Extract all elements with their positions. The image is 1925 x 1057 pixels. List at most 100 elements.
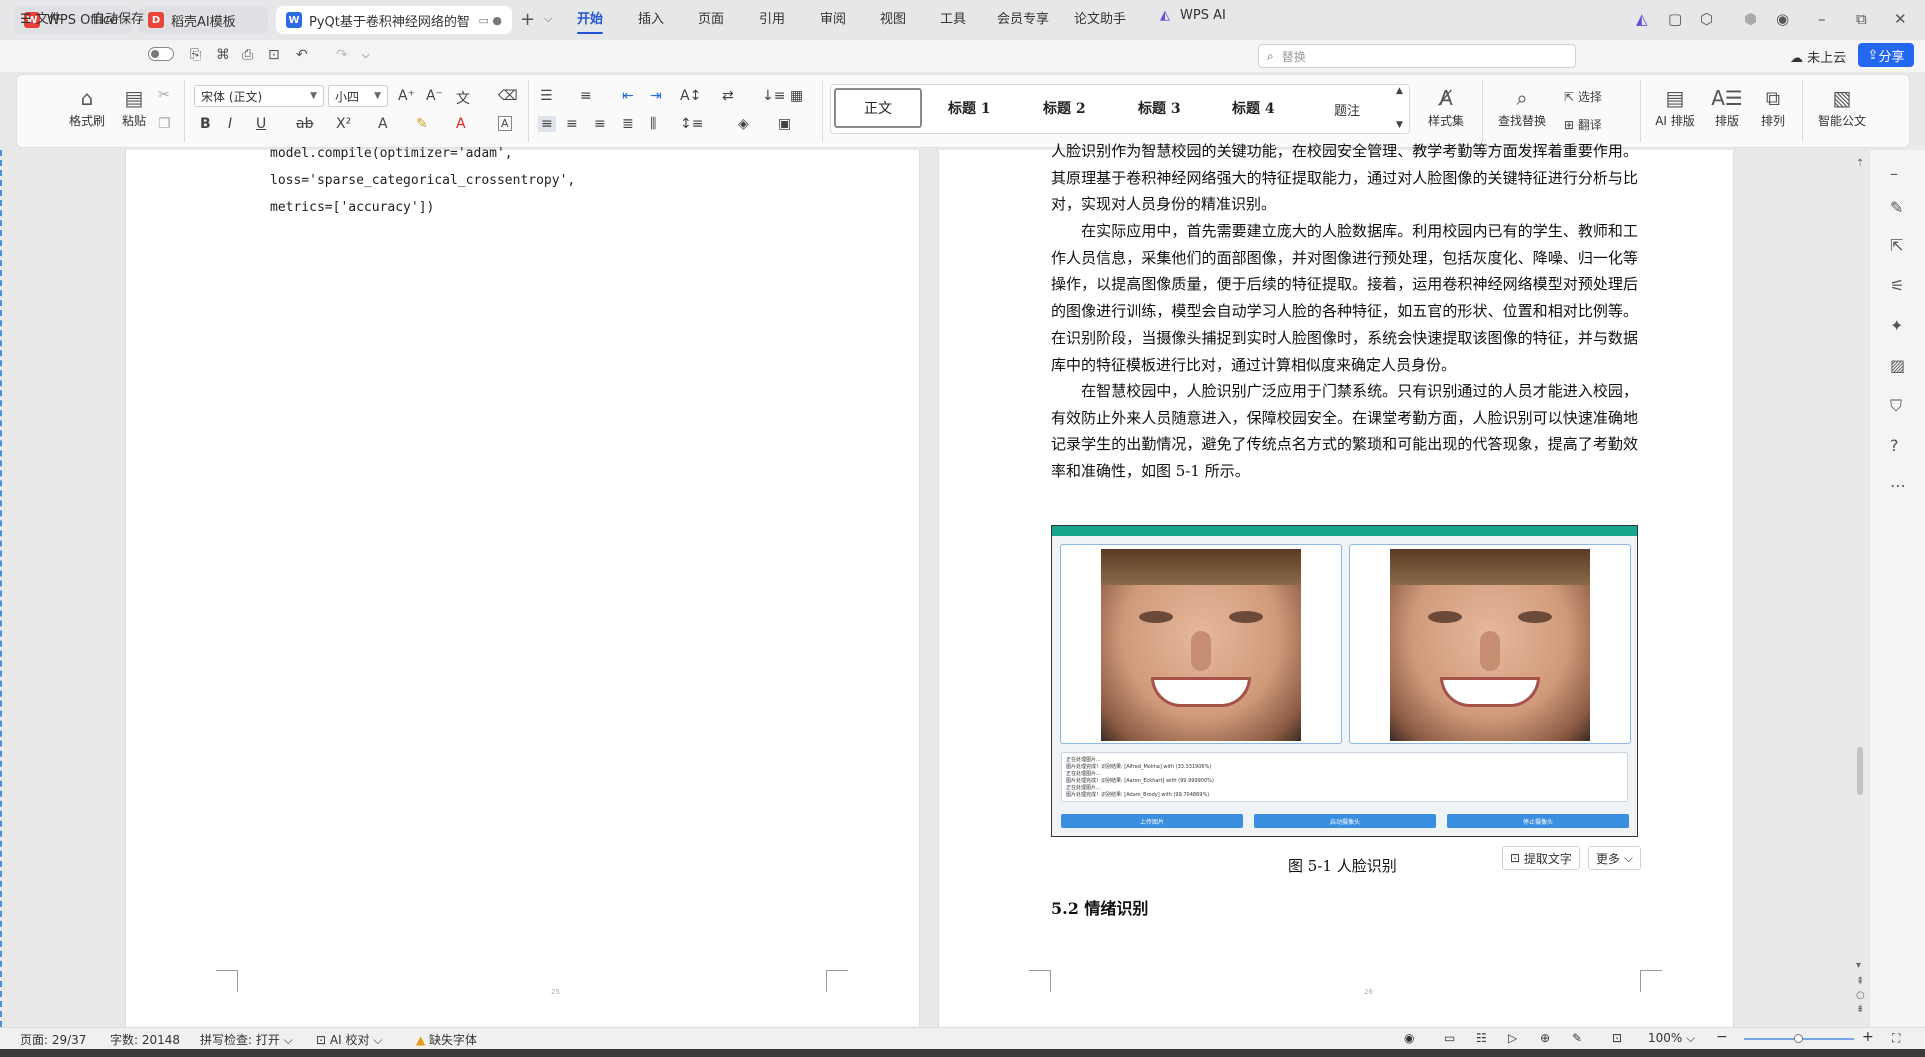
- font-name-select[interactable]: 宋体 (正文) ▼: [194, 85, 324, 107]
- menu-file-button[interactable]: ☰ 文件: [20, 8, 62, 27]
- superscript-icon[interactable]: X²: [336, 116, 351, 132]
- arrange-button[interactable]: ⧉ 排列: [1750, 84, 1796, 129]
- text-effect-icon[interactable]: A: [378, 116, 388, 132]
- face-recognition-figure[interactable]: 正在处理图片... 图片处理完成！识别结果: [Alfred_Molina] w…: [1051, 525, 1638, 837]
- outline-view-icon[interactable]: ☷: [1476, 1031, 1487, 1045]
- ai-check-button[interactable]: ⊡ AI 校对 ⌵: [316, 1031, 382, 1048]
- style-heading-1[interactable]: 标题 1: [948, 98, 991, 118]
- zoom-level[interactable]: 100% ⌵: [1648, 1031, 1695, 1046]
- eye-protect-icon[interactable]: ◉: [1404, 1031, 1414, 1045]
- web-view-icon[interactable]: ⊕: [1540, 1031, 1550, 1045]
- style-heading-2[interactable]: 标题 2: [1043, 98, 1086, 118]
- line-sort-icon[interactable]: ⇄: [722, 88, 734, 104]
- pen-icon[interactable]: ✎: [1890, 198, 1903, 217]
- strikethrough-icon[interactable]: ab: [296, 116, 313, 132]
- style-heading-4[interactable]: 标题 4: [1232, 98, 1275, 118]
- image-icon[interactable]: ▨: [1890, 356, 1905, 375]
- zoom-out-icon[interactable]: −: [1716, 1029, 1728, 1045]
- tab-list-chevron-icon[interactable]: ⌵: [544, 12, 552, 26]
- increase-indent-icon[interactable]: ⇥: [650, 88, 662, 104]
- prev-page-icon[interactable]: ⇞: [1856, 976, 1864, 987]
- char-border-icon[interactable]: A: [498, 116, 512, 131]
- collapse-icon[interactable]: –: [1890, 164, 1898, 183]
- align-right-icon[interactable]: ≡: [594, 116, 606, 132]
- zoom-in-icon[interactable]: +: [1862, 1029, 1874, 1045]
- translate-button[interactable]: ⊞ 翻译: [1564, 116, 1602, 133]
- shirt-icon[interactable]: ⛉: [1890, 396, 1902, 416]
- tab-home[interactable]: 开始: [577, 8, 604, 34]
- fullscreen-icon[interactable]: ⛶: [1892, 1031, 1900, 1046]
- zoom-slider[interactable]: [1744, 1034, 1854, 1043]
- tab-page[interactable]: 页面: [698, 8, 724, 27]
- shrink-font-icon[interactable]: A⁻: [426, 88, 443, 104]
- italic-icon[interactable]: I: [228, 116, 232, 132]
- tab-wps-ai[interactable]: WPS AI: [1180, 8, 1226, 23]
- tab-thesis-assistant[interactable]: 论文助手: [1074, 8, 1126, 27]
- style-set-button[interactable]: A̸ 样式集: [1418, 84, 1474, 129]
- style-normal[interactable]: 正文: [834, 88, 922, 128]
- style-scroll-up-icon[interactable]: ▲: [1396, 86, 1403, 96]
- smart-doc-button[interactable]: ▧ 智能公文: [1812, 84, 1872, 129]
- justify-icon[interactable]: ≣: [622, 116, 634, 132]
- vertical-scrollbar-thumb[interactable]: [1857, 747, 1863, 795]
- search-input[interactable]: ⌕ 替换: [1258, 44, 1576, 68]
- settings-icon[interactable]: ⬢: [1744, 10, 1757, 28]
- save-icon[interactable]: ⎘: [190, 47, 201, 63]
- spell-check-toggle[interactable]: 拼写检查: 打开 ⌵: [200, 1031, 293, 1048]
- bullet-list-icon[interactable]: ☰: [540, 88, 553, 104]
- tab-member[interactable]: 会员专享: [997, 8, 1049, 27]
- redo-icon[interactable]: ↷: [336, 47, 348, 63]
- tab-insert[interactable]: 插入: [638, 8, 664, 27]
- bold-icon[interactable]: B: [200, 116, 211, 132]
- pen-mode-icon[interactable]: ✎: [1572, 1031, 1582, 1045]
- wps-ai-icon[interactable]: ◭: [1636, 10, 1648, 28]
- style-caption[interactable]: 题注: [1334, 100, 1360, 119]
- new-tab-icon[interactable]: +: [520, 9, 535, 30]
- undo-icon[interactable]: ↶: [296, 47, 308, 63]
- underline-icon[interactable]: U: [256, 116, 266, 132]
- tab-review[interactable]: 审阅: [820, 8, 846, 27]
- autosave-toggle[interactable]: [148, 47, 174, 61]
- tab-daoke-ai-template[interactable]: D 稻壳AI模板: [138, 6, 268, 34]
- distributed-icon[interactable]: ⫼: [650, 116, 656, 132]
- adjust-icon[interactable]: ⚟: [1890, 276, 1904, 295]
- find-replace-button[interactable]: ⌕ 查找替换: [1490, 84, 1554, 129]
- format-painter-button[interactable]: ⌂ 格式刷: [64, 84, 110, 129]
- decrease-indent-icon[interactable]: ⇤: [622, 88, 634, 104]
- shading-icon[interactable]: ◈: [738, 116, 749, 132]
- more-icon[interactable]: ⋯: [1890, 476, 1906, 495]
- restore-icon[interactable]: ⧉: [1856, 10, 1867, 28]
- clear-format-icon[interactable]: ⌫: [498, 88, 518, 104]
- layout-button[interactable]: A☰ 排版: [1704, 84, 1750, 129]
- style-heading-3[interactable]: 标题 3: [1138, 98, 1181, 118]
- align-left-icon[interactable]: ≡: [538, 116, 556, 132]
- avatar[interactable]: ◉: [1776, 10, 1789, 28]
- cut-icon[interactable]: ✂: [158, 87, 170, 103]
- select-browse-icon[interactable]: ○: [1856, 990, 1865, 1001]
- word-count[interactable]: 字数: 20148: [110, 1031, 180, 1048]
- scroll-down-icon[interactable]: ▾: [1856, 960, 1861, 971]
- window-layout-icon[interactable]: ▢: [1668, 10, 1682, 28]
- play-icon[interactable]: ▷: [1508, 1031, 1517, 1045]
- copy-icon[interactable]: ❐: [158, 116, 171, 132]
- borders-icon[interactable]: ▣: [778, 116, 791, 132]
- tab-document[interactable]: W PyQt基于卷积神经网络的智 ▭ ●: [276, 6, 512, 34]
- fit-page-icon[interactable]: ⊡: [1612, 1031, 1622, 1045]
- cloud-status[interactable]: ☁ 未上云: [1790, 47, 1846, 66]
- font-size-select[interactable]: 小四 ▼: [328, 85, 388, 107]
- cursor-icon[interactable]: ⇱: [1890, 236, 1903, 255]
- tab-tools[interactable]: 工具: [940, 8, 966, 27]
- paste-button[interactable]: ▤ 粘贴: [110, 84, 158, 129]
- tab-close-icon[interactable]: ▭ ●: [473, 14, 503, 27]
- numbered-list-icon[interactable]: ≡: [580, 88, 592, 104]
- select-button[interactable]: ⇱ 选择: [1564, 88, 1602, 105]
- close-icon[interactable]: ✕: [1894, 10, 1907, 28]
- align-center-icon[interactable]: ≡: [566, 116, 578, 132]
- zoom-slider-knob[interactable]: [1794, 1034, 1803, 1043]
- scroll-up-icon[interactable]: ⇡: [1856, 158, 1864, 169]
- missing-font-button[interactable]: ▲ 缺失字体: [416, 1031, 477, 1048]
- text-direction-icon[interactable]: A↕: [680, 88, 701, 104]
- tab-view[interactable]: 视图: [880, 8, 906, 27]
- highlight-icon[interactable]: ✎: [416, 116, 428, 132]
- ai-layout-button[interactable]: ▤ AI 排版: [1648, 84, 1702, 129]
